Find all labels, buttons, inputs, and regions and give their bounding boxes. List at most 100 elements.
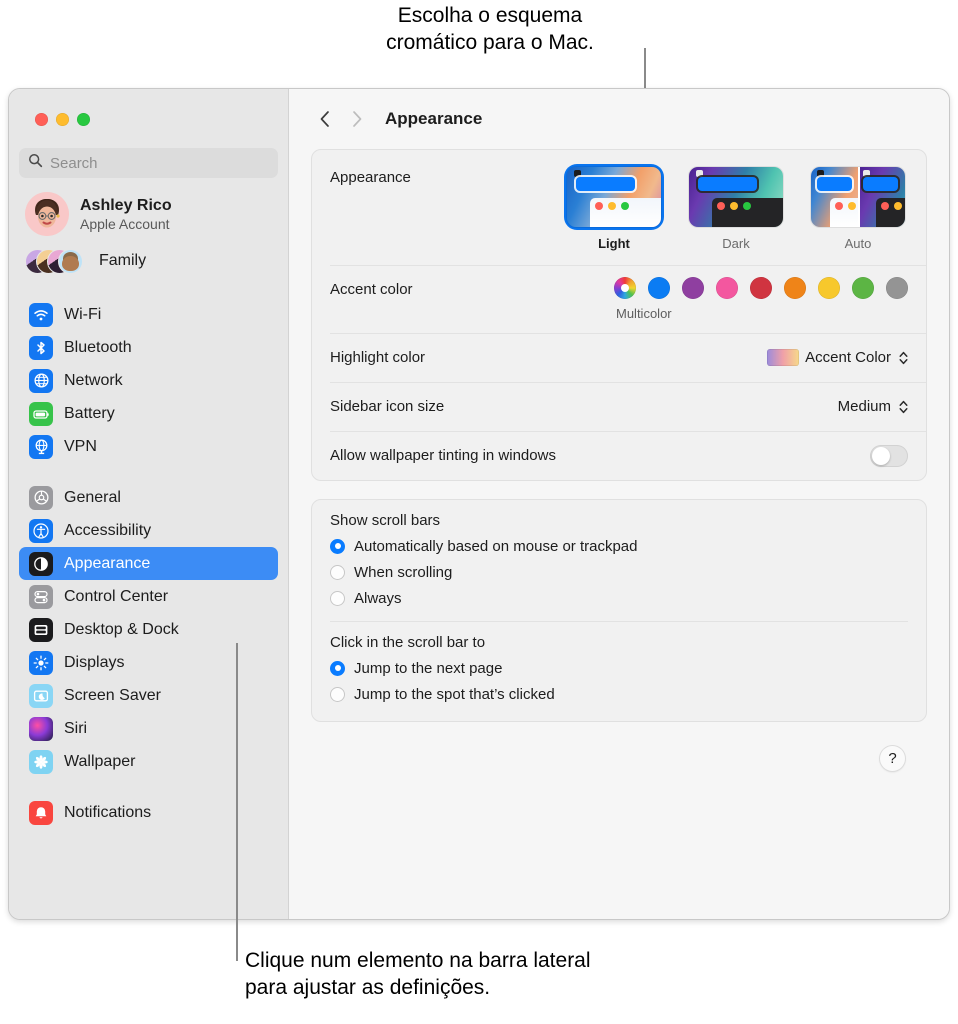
sidebar-item-network[interactable]: Network [19, 364, 278, 397]
scroll-bars-option-automatic[interactable]: Automatically based on mouse or trackpad [330, 533, 908, 559]
accent-swatch-purple[interactable] [682, 277, 704, 299]
sidebar-icon-size-popup[interactable]: Medium [838, 398, 908, 415]
scroll-bars-card: Show scroll bars Automatically based on … [311, 499, 927, 722]
control-center-icon [29, 585, 53, 609]
accent-swatch-blue[interactable] [648, 277, 670, 299]
wallpaper-tinting-toggle[interactable] [870, 445, 908, 467]
accent-swatch-yellow[interactable] [818, 277, 840, 299]
vpn-icon [29, 435, 53, 459]
close-button[interactable] [35, 113, 48, 126]
system-settings-window: Ashley Rico Apple Account Family Wi-Fi [8, 88, 950, 920]
sidebar-item-displays[interactable]: Displays [19, 646, 278, 679]
sidebar-item-label: Accessibility [64, 522, 151, 540]
sidebar-icon-size-value: Medium [838, 398, 891, 415]
sidebar-item-siri[interactable]: Siri [19, 712, 278, 745]
radio-button[interactable] [330, 539, 345, 554]
displays-icon [29, 651, 53, 675]
click-scroll-option-spot-clicked[interactable]: Jump to the spot that’s clicked [330, 681, 908, 707]
forward-button[interactable] [343, 105, 371, 133]
accent-swatches [614, 277, 908, 299]
account-name: Ashley Rico [80, 196, 172, 215]
sidebar-item-label: Wi-Fi [64, 306, 101, 324]
family-label: Family [99, 252, 146, 270]
radio-label: Jump to the next page [354, 660, 502, 677]
radio-button[interactable] [330, 591, 345, 606]
accent-swatch-graphite[interactable] [886, 277, 908, 299]
appearance-icon [29, 552, 53, 576]
highlight-color-popup[interactable]: Accent Color [767, 349, 908, 366]
highlight-color-value: Accent Color [805, 349, 891, 366]
sidebar-item-label: Wallpaper [64, 753, 135, 771]
sidebar-item-battery[interactable]: Battery [19, 397, 278, 430]
theme-option-auto[interactable]: Auto [808, 164, 908, 251]
sidebar-item-bluetooth[interactable]: Bluetooth [19, 331, 278, 364]
chevron-up-down-icon [899, 351, 908, 365]
back-button[interactable] [311, 105, 339, 133]
accent-swatch-pink[interactable] [716, 277, 738, 299]
help-button[interactable]: ? [880, 746, 905, 771]
chevron-right-icon [351, 110, 363, 128]
click-scroll-bar-title: Click in the scroll bar to [330, 634, 908, 651]
sidebar-item-notifications[interactable]: Notifications [19, 796, 278, 829]
theme-label: Dark [722, 236, 749, 251]
sidebar-item-apple-account[interactable]: Ashley Rico Apple Account [19, 178, 278, 242]
accessibility-icon [29, 519, 53, 543]
desktop-dock-icon [29, 618, 53, 642]
appearance-settings-card: Appearance [311, 149, 927, 481]
search-field[interactable] [19, 148, 278, 178]
theme-label: Auto [845, 236, 872, 251]
theme-option-light[interactable]: Light [564, 164, 664, 251]
screenshot-root: Escolha o esquema cromático para o Mac. [0, 0, 958, 1024]
sidebar-item-control-center[interactable]: Control Center [19, 580, 278, 613]
sidebar-item-general[interactable]: General [19, 481, 278, 514]
click-scroll-option-next-page[interactable]: Jump to the next page [330, 655, 908, 681]
row-label: Sidebar icon size [330, 398, 444, 415]
notifications-icon [29, 801, 53, 825]
sidebar-item-accessibility[interactable]: Accessibility [19, 514, 278, 547]
row-label: Allow wallpaper tinting in windows [330, 447, 556, 464]
callout-bottom-text: Clique num elemento na barra lateral par… [245, 947, 805, 1001]
highlight-color-chip [767, 349, 799, 366]
help-row: ? [311, 740, 927, 771]
radio-button[interactable] [330, 661, 345, 676]
network-icon [29, 369, 53, 393]
accent-swatch-orange[interactable] [784, 277, 806, 299]
accent-color-row: Accent color [312, 265, 926, 333]
sidebar-item-wallpaper[interactable]: Wallpaper [19, 745, 278, 778]
sidebar-item-vpn[interactable]: VPN [19, 430, 278, 463]
window-traffic-lights [19, 89, 278, 126]
scroll-bars-option-always[interactable]: Always [330, 585, 908, 611]
callout-bottom-leader-line [236, 643, 238, 961]
row-label: Accent color [330, 277, 413, 298]
sidebar-item-family[interactable]: Family [19, 242, 278, 280]
content-pane: Appearance Appearance [289, 89, 949, 919]
wallpaper-tinting-row: Allow wallpaper tinting in windows [312, 431, 926, 480]
radio-button[interactable] [330, 565, 345, 580]
account-subtitle: Apple Account [80, 215, 172, 233]
accent-swatch-green[interactable] [852, 277, 874, 299]
sidebar-item-label: VPN [64, 438, 97, 456]
chevron-left-icon [319, 110, 331, 128]
search-input[interactable] [50, 155, 269, 172]
sidebar-item-screen-saver[interactable]: Screen Saver [19, 679, 278, 712]
sidebar-item-label: Appearance [64, 555, 150, 573]
accent-swatch-red[interactable] [750, 277, 772, 299]
divider [330, 621, 908, 622]
accent-caption: Multicolor [616, 306, 672, 321]
radio-label: Jump to the spot that’s clicked [354, 686, 555, 703]
sidebar-item-label: Battery [64, 405, 115, 423]
sidebar-item-label: Notifications [64, 804, 151, 822]
sidebar: Ashley Rico Apple Account Family Wi-Fi [9, 89, 289, 919]
sidebar-item-label: Network [64, 372, 123, 390]
scroll-bars-option-when-scrolling[interactable]: When scrolling [330, 559, 908, 585]
toolbar: Appearance [289, 89, 949, 149]
radio-button[interactable] [330, 687, 345, 702]
theme-option-dark[interactable]: Dark [686, 164, 786, 251]
accent-swatch-multicolor[interactable] [614, 277, 636, 299]
minimize-button[interactable] [56, 113, 69, 126]
sidebar-item-desktop-and-dock[interactable]: Desktop & Dock [19, 613, 278, 646]
zoom-button[interactable] [77, 113, 90, 126]
sidebar-item-appearance[interactable]: Appearance [19, 547, 278, 580]
sidebar-icon-size-row: Sidebar icon size Medium [312, 382, 926, 431]
sidebar-item-wi-fi[interactable]: Wi-Fi [19, 298, 278, 331]
